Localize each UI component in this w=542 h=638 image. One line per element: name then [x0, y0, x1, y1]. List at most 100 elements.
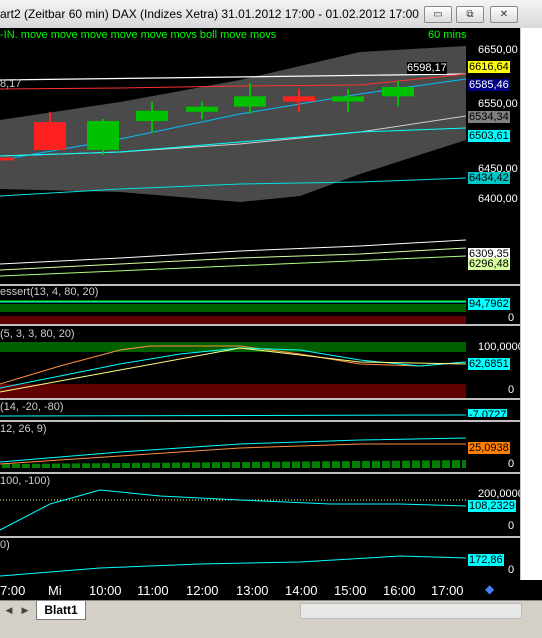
macd-bar: [452, 460, 460, 468]
macd-bar: [252, 461, 260, 468]
macd-bar: [22, 463, 30, 468]
macd-bar: [262, 461, 270, 468]
price-axis: 6650,00 6550,00 6450,00 6400,00 6616,64 …: [466, 44, 520, 284]
indicator-5-axis: 200,0000 108,2329 0: [466, 474, 524, 536]
macd-bar: [432, 460, 440, 468]
time-label: 13:00: [236, 583, 269, 598]
horizontal-scrollbar[interactable]: [300, 603, 522, 619]
indicator-6-tick: 0: [508, 564, 515, 576]
next-sheet-button[interactable]: ▶: [18, 603, 32, 617]
price-pane[interactable]: 8,17 6598,17: [0, 44, 466, 284]
time-axis: 7:00 Mi 10:00 11:00 12:00 13:00 14:00 15…: [0, 580, 520, 600]
price-chart: [0, 46, 466, 277]
chart-window: art2 (Zeitbar 60 min) DAX (Indizes Xetra…: [0, 0, 542, 638]
price-tick: 6650,00: [478, 44, 518, 56]
close-button[interactable]: ✕: [490, 6, 518, 23]
close-icon: ✕: [499, 9, 509, 20]
window-title: art2 (Zeitbar 60 min) DAX (Indizes Xetra…: [0, 7, 419, 21]
bollinger-band: [0, 46, 466, 202]
price-tick: 6400,00: [478, 193, 518, 205]
macd-bar: [182, 462, 190, 468]
indicator-list[interactable]: -IN. move move move move move movs boll …: [0, 29, 276, 41]
macd-bar: [242, 461, 250, 468]
indicator-6-tag: 172,86: [468, 554, 504, 566]
price-tag: 6434,42: [468, 172, 510, 184]
scroll-anchor-icon[interactable]: ◆: [485, 582, 494, 596]
tab-blatt1[interactable]: Blatt1: [36, 601, 86, 620]
restore-icon: ⧉: [466, 9, 474, 20]
indicator-pane-6[interactable]: 0): [0, 538, 466, 580]
macd-bar: [212, 462, 220, 468]
indicator-pane-3[interactable]: (14, -20, -80): [0, 400, 466, 420]
macd-bar: [332, 461, 340, 468]
indicator-1-tag: 94,7962: [468, 298, 510, 310]
indicator-5-tick: 0: [508, 520, 515, 532]
price-tag: 6534,34: [468, 111, 510, 123]
time-label: 17:00: [431, 583, 464, 598]
macd-bar: [162, 462, 170, 468]
indicator-5-tag: 108,2329: [468, 500, 516, 512]
vertical-scrollbar[interactable]: [520, 28, 542, 580]
interval-label: 60 mins: [428, 29, 467, 41]
macd-bar: [442, 460, 450, 468]
ma-line-long3: [0, 255, 466, 277]
indicator-3-tag: -7,0727: [468, 409, 508, 417]
indicator-5-tick: 200,0000: [478, 488, 524, 500]
macd-bar: [372, 460, 380, 468]
macd-bar: [192, 462, 200, 468]
macd-bar: [322, 461, 330, 468]
macd-bar: [422, 460, 430, 468]
restore-button[interactable]: ⧉: [456, 6, 484, 23]
title-bar[interactable]: art2 (Zeitbar 60 min) DAX (Indizes Xetra…: [0, 0, 542, 29]
price-tag: 6296,48: [468, 258, 510, 270]
prev-sheet-button[interactable]: ◀: [2, 603, 16, 617]
candle-body: [382, 87, 414, 97]
macd-bar: [222, 462, 230, 468]
indicator-2-tick: 0: [508, 384, 515, 396]
indicator-5-plot: [0, 489, 466, 531]
indicator-6-axis: 172,86 0: [466, 538, 520, 580]
macd-bar: [52, 463, 60, 468]
macd-bar: [142, 462, 150, 468]
macd-bar: [272, 461, 280, 468]
price-tag: 6616,64: [468, 61, 510, 73]
macd-bar: [102, 463, 110, 468]
price-tag: 6503,61: [468, 130, 510, 142]
price-pane-label: 8,17: [0, 78, 22, 90]
indicator-3-axis: -7,0727: [466, 400, 520, 420]
macd-bar: [392, 460, 400, 468]
candle-body: [234, 96, 266, 107]
time-label: 15:00: [334, 583, 367, 598]
macd-bar: [202, 462, 210, 468]
indicator-2-tick: 100,0000: [478, 341, 524, 353]
time-label: 14:00: [285, 583, 318, 598]
macd-bar: [232, 462, 240, 468]
macd-bar: [302, 461, 310, 468]
candle-body: [332, 96, 364, 102]
candle-body: [87, 121, 119, 150]
chevron-right-icon: ▶: [21, 604, 29, 615]
indicator-4-label: 12, 26, 9): [0, 423, 47, 435]
macd-bar: [62, 463, 70, 468]
indicator-pane-2[interactable]: (5, 3, 3, 80, 20): [0, 326, 466, 398]
minimize-button[interactable]: ▭: [424, 6, 452, 23]
indicator-pane-5[interactable]: 100, -100): [0, 474, 466, 536]
price-tick: 6550,00: [478, 98, 518, 110]
macd-bar: [92, 463, 100, 468]
minimize-icon: ▭: [433, 9, 443, 20]
macd-bar: [32, 463, 40, 468]
indicator-6-label: 0): [0, 539, 10, 551]
macd-bar: [402, 460, 410, 468]
macd-bar: [312, 461, 320, 468]
macd-bar: [12, 463, 20, 468]
indicator-2-label: (5, 3, 3, 80, 20): [0, 328, 75, 340]
macd-bar: [82, 463, 90, 468]
indicator-4-plot: [0, 437, 466, 468]
indicator-3-plot: [0, 414, 466, 417]
indicator-pane-4[interactable]: 12, 26, 9): [0, 422, 466, 472]
candle-body: [186, 106, 218, 112]
indicator-pane-1[interactable]: essert(13, 4, 80, 20): [0, 286, 466, 324]
last-price-label: 6598,17: [407, 62, 447, 74]
time-label: 7:00: [0, 583, 26, 598]
macd-bar: [72, 463, 80, 468]
